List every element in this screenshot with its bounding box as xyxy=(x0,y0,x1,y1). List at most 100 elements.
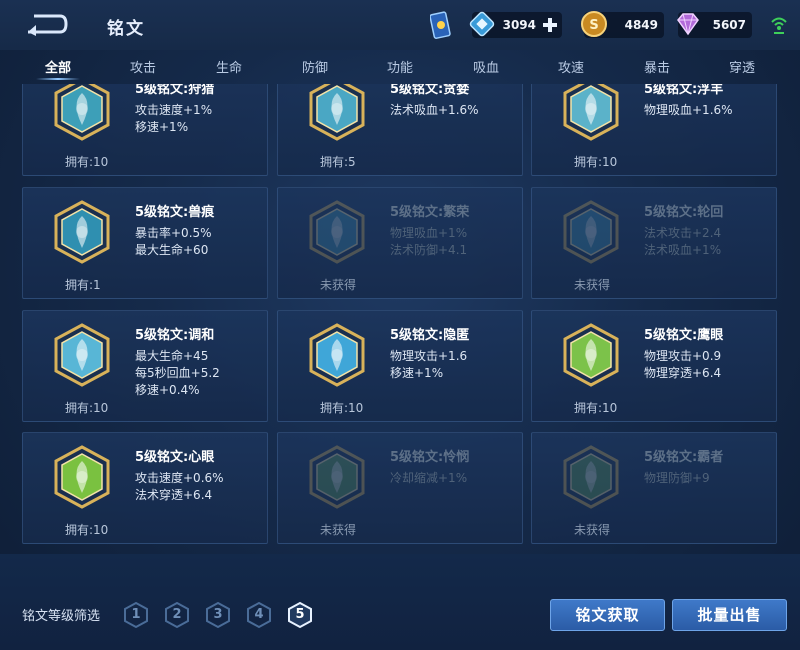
inscription-card[interactable]: 5级铭文:心眼 攻击速度+0.6% 法术穿透+6.4 拥有:10 xyxy=(22,432,268,544)
inscription-emblem-icon xyxy=(54,323,110,387)
diamond-count: 3094 xyxy=(502,18,536,32)
svg-text:S: S xyxy=(589,18,598,33)
inscription-emblem-icon xyxy=(563,323,619,387)
inscription-card[interactable]: 5级铭文:兽痕 暴击率+0.5% 最大生命+60 拥有:1 xyxy=(22,187,268,299)
category-tabs: 全部 攻击 生命 防御 功能 吸血 攻速 暴击 穿透 xyxy=(0,50,800,84)
tab-attack-speed[interactable]: 攻速 xyxy=(558,57,584,76)
inscription-emblem-icon xyxy=(309,323,365,387)
inscription-name: 5级铭文:调和 xyxy=(135,328,215,343)
level-filter-3[interactable]: 3 xyxy=(205,601,231,629)
obtain-inscription-button[interactable]: 铭文获取 xyxy=(550,599,665,631)
tab-utility[interactable]: 功能 xyxy=(387,57,413,76)
inscription-attribute: 法术防御+4.1 xyxy=(390,243,468,257)
inscription-attribute: 物理吸血+1.6% xyxy=(644,103,733,117)
inscription-name: 5级铭文:隐匿 xyxy=(390,328,470,343)
inscription-attribute: 法术穿透+6.4 xyxy=(135,488,213,502)
inscription-emblem-icon xyxy=(309,200,365,264)
back-arrow-icon[interactable] xyxy=(24,12,68,36)
level-filter-1[interactable]: 1 xyxy=(123,601,149,629)
owned-count: 拥有:10 xyxy=(574,155,618,169)
inscription-card[interactable]: 5级铭文:调和 最大生命+45 每5秒回血+5.2 移速+0.4% 拥有:10 xyxy=(22,310,268,422)
active-tab-indicator xyxy=(36,78,80,80)
inscription-name: 5级铭文:霸者 xyxy=(644,450,724,465)
inscription-name: 5级铭文:浮羊 xyxy=(644,84,724,97)
inscription-attribute: 暴击率+0.5% xyxy=(135,226,212,240)
owned-count: 拥有:5 xyxy=(320,155,356,169)
tab-all[interactable]: 全部 xyxy=(45,57,71,76)
inscription-attribute: 物理吸血+1% xyxy=(390,226,468,240)
inscription-card[interactable]: 5级铭文:轮回 法术攻击+2.4 法术吸血+1% 未获得 xyxy=(531,187,777,299)
inscription-card[interactable]: 5级铭文:狩猎 攻击速度+1% 移速+1% 拥有:10 xyxy=(22,84,268,176)
batch-sell-button[interactable]: 批量出售 xyxy=(672,599,787,631)
inscription-card[interactable]: 5级铭文:贪婪 法术吸血+1.6% 拥有:5 xyxy=(277,84,523,176)
inscription-attribute: 移速+0.4% xyxy=(135,383,200,397)
inscription-emblem-icon xyxy=(563,200,619,264)
level-filter-4[interactable]: 4 xyxy=(246,601,272,629)
level-filter-5[interactable]: 5 xyxy=(287,601,313,629)
diamond-icon xyxy=(469,11,495,37)
tab-lifesteal[interactable]: 吸血 xyxy=(473,57,499,76)
inscription-emblem-icon xyxy=(563,445,619,509)
inscription-emblem-icon xyxy=(563,84,619,141)
inscription-name: 5级铭文:怜悯 xyxy=(390,450,470,465)
inscription-attribute: 攻击速度+1% xyxy=(135,103,213,117)
inscription-attribute: 法术攻击+2.4 xyxy=(644,226,722,240)
inscription-card[interactable]: 5级铭文:霸者 物理防御+9 未获得 xyxy=(531,432,777,544)
inscription-name: 5级铭文:心眼 xyxy=(135,450,215,465)
inscription-emblem-icon xyxy=(54,445,110,509)
add-diamond-icon[interactable] xyxy=(542,17,558,33)
inscription-card[interactable]: 5级铭文:隐匿 物理攻击+1.6 移速+1% 拥有:10 xyxy=(277,310,523,422)
coin-count: 4849 xyxy=(624,18,658,32)
inscription-attribute: 冷却缩减+1% xyxy=(390,471,468,485)
inscription-attribute: 移速+1% xyxy=(135,120,189,134)
inscription-attribute: 物理攻击+0.9 xyxy=(644,349,722,363)
inscription-emblem-icon xyxy=(309,84,365,141)
inscription-name: 5级铭文:轮回 xyxy=(644,205,724,220)
inscription-name: 5级铭文:兽痕 xyxy=(135,205,215,220)
inscription-attribute: 最大生命+45 xyxy=(135,349,209,363)
inscription-card[interactable]: 5级铭文:怜悯 冷却缩减+1% 未获得 xyxy=(277,432,523,544)
tab-penetration[interactable]: 穿透 xyxy=(729,57,755,76)
inscription-attribute: 移速+1% xyxy=(390,366,444,380)
inscription-attribute: 法术吸血+1% xyxy=(644,243,722,257)
purple-gem-icon xyxy=(677,13,699,36)
owned-count: 拥有:10 xyxy=(574,401,618,415)
inscription-attribute: 攻击速度+0.6% xyxy=(135,471,224,485)
inscription-card-icon[interactable] xyxy=(430,10,452,40)
inscription-grid: 5级铭文:狩猎 攻击速度+1% 移速+1% 拥有:10 5级铭文:贪婪 法术吸血+1.6%… xyxy=(0,84,800,554)
gem-count: 5607 xyxy=(712,18,746,32)
inscription-attribute: 物理攻击+1.6 xyxy=(390,349,468,363)
owned-count: 拥有:1 xyxy=(65,278,101,292)
inscription-attribute: 每5秒回血+5.2 xyxy=(135,366,220,380)
gold-coin-icon: S xyxy=(581,11,607,37)
inscription-attribute: 物理防御+9 xyxy=(644,471,710,485)
network-signal-icon xyxy=(771,17,787,34)
owned-count: 未获得 xyxy=(574,278,611,292)
inscription-card[interactable]: 5级铭文:繁荣 物理吸血+1% 法术防御+4.1 未获得 xyxy=(277,187,523,299)
inscription-name: 5级铭文:繁荣 xyxy=(390,205,470,220)
coin-currency: S 4849 xyxy=(581,11,664,38)
inscription-name: 5级铭文:贪婪 xyxy=(390,84,470,97)
tab-attack[interactable]: 攻击 xyxy=(130,57,156,76)
owned-count: 拥有:10 xyxy=(320,401,364,415)
tab-health[interactable]: 生命 xyxy=(216,57,242,76)
level-filter-2[interactable]: 2 xyxy=(164,601,190,629)
diamond-currency: 3094 xyxy=(469,11,562,38)
inscription-name: 5级铭文:狩猎 xyxy=(135,84,215,97)
inscription-emblem-icon xyxy=(309,445,365,509)
inscription-card[interactable]: 5级铭文:鹰眼 物理攻击+0.9 物理穿透+6.4 拥有:10 xyxy=(531,310,777,422)
inscription-attribute: 最大生命+60 xyxy=(135,243,209,257)
gem-currency: 5607 xyxy=(677,12,752,38)
inscription-attribute: 法术吸血+1.6% xyxy=(390,103,479,117)
owned-count: 拥有:10 xyxy=(65,523,109,537)
level-filter-label: 铭文等级筛选 xyxy=(22,609,101,624)
owned-count: 未获得 xyxy=(320,523,357,537)
tab-defense[interactable]: 防御 xyxy=(302,57,328,76)
owned-count: 未获得 xyxy=(320,278,357,292)
page-title: 铭文 xyxy=(107,19,145,39)
inscription-card[interactable]: 5级铭文:浮羊 物理吸血+1.6% 拥有:10 xyxy=(531,84,777,176)
owned-count: 未获得 xyxy=(574,523,611,537)
inscription-emblem-icon xyxy=(54,84,110,141)
inscription-attribute: 物理穿透+6.4 xyxy=(644,366,722,380)
tab-critical[interactable]: 暴击 xyxy=(644,57,670,76)
